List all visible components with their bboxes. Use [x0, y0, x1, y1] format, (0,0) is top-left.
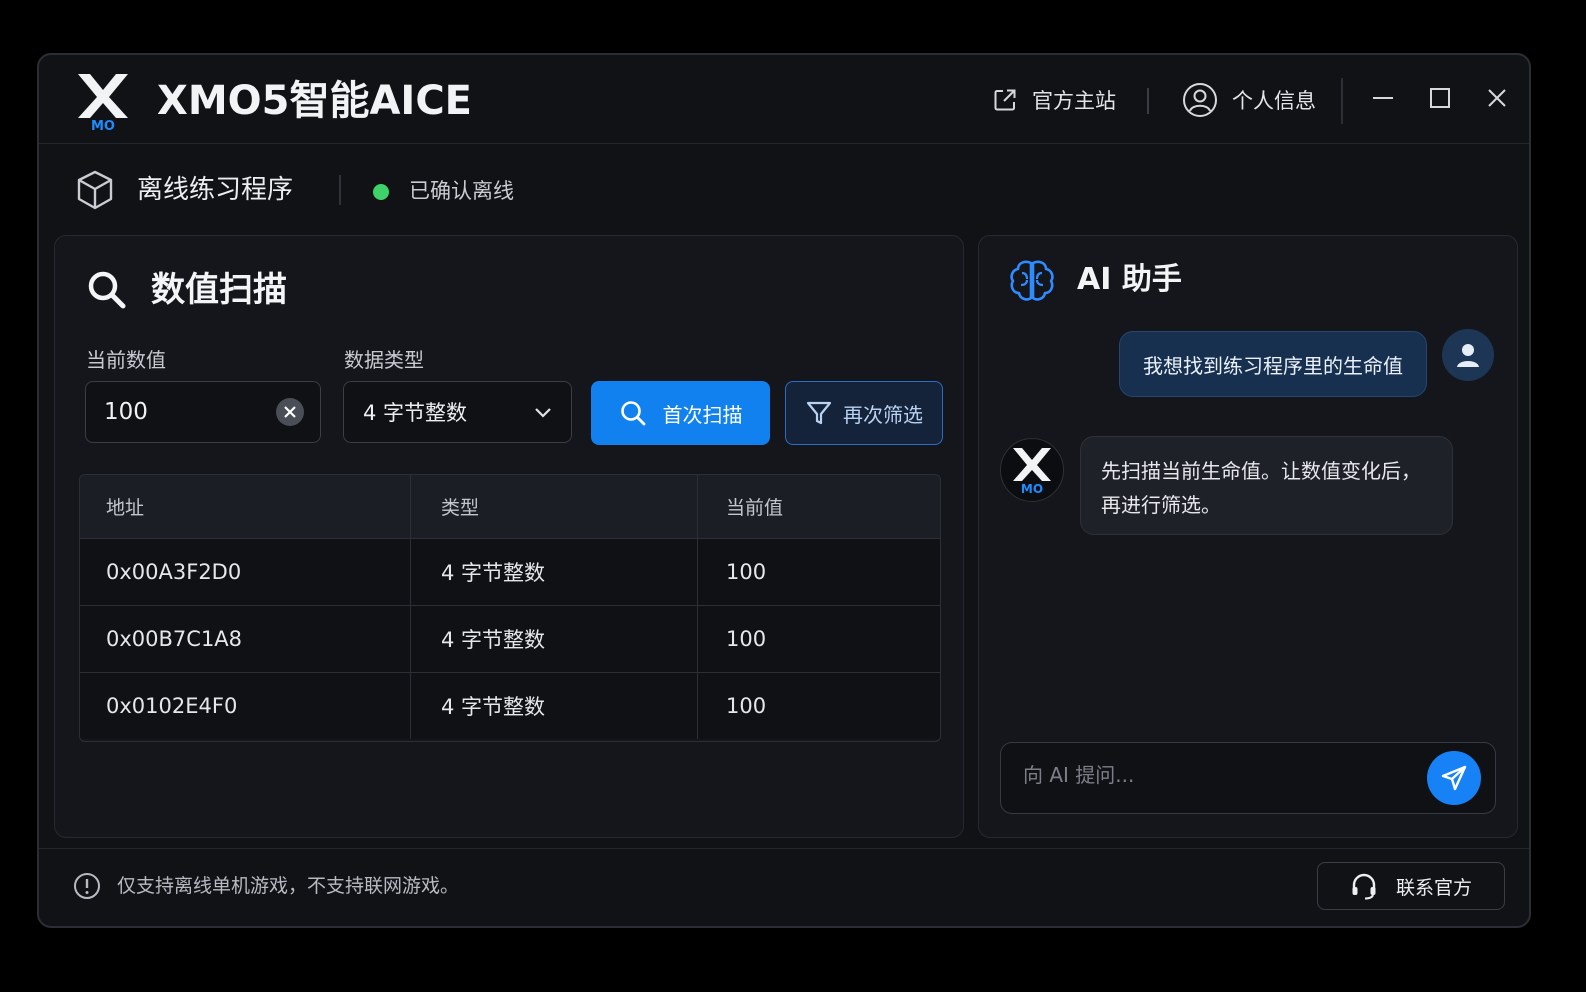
scan-title: 数值扫描 [151, 270, 287, 310]
cell-value: 100 [726, 627, 767, 651]
footer-notice: 仅支持离线单机游戏，不支持联网游戏。 [117, 875, 460, 897]
maximize-icon [1430, 88, 1450, 108]
filter-icon [806, 401, 832, 425]
contact-official-button[interactable]: 联系官方 [1317, 862, 1505, 910]
cell-type: 4 字节整数 [411, 673, 698, 739]
cell-type: 4 字节整数 [411, 539, 698, 605]
cell-address: 0x00A3F2D0 [80, 539, 411, 605]
search-icon [620, 401, 645, 426]
user-circle-icon [1183, 83, 1217, 117]
titlebar-divider [1147, 88, 1149, 114]
app-logo: MO [72, 70, 134, 134]
table-row[interactable]: 0x00A3F2D0 4 字节整数 100 [80, 538, 940, 605]
current-value-label: 当前数值 [86, 348, 166, 372]
user-icon [1457, 344, 1479, 367]
program-bar: 离线练习程序 已确认离线 [39, 145, 1529, 235]
info-icon [74, 873, 100, 899]
user-avatar [1442, 329, 1494, 381]
user-message-bubble: 我想找到练习程序里的生命值 [1119, 331, 1427, 397]
results-table: 地址 类型 当前值 0x00A3F2D0 4 字节整数 100 0x00B7C1… [79, 474, 941, 742]
bot-message-bubble: 先扫描当前生命值。让数值变化后， 再进行筛选。 [1080, 436, 1453, 535]
data-type-select[interactable]: 4 字节整数 [343, 381, 572, 443]
program-name: 离线练习程序 [137, 175, 294, 205]
data-type-selected: 4 字节整数 [363, 401, 468, 425]
bot-avatar: MO [1000, 438, 1064, 502]
table-header: 地址 类型 当前值 [80, 475, 940, 538]
headset-icon [1352, 873, 1376, 900]
first-scan-button[interactable]: 首次扫描 [591, 381, 770, 445]
chevron-down-icon [535, 408, 551, 418]
column-header-address: 地址 [80, 475, 411, 538]
program-divider [339, 175, 341, 205]
titlebar-divider [1341, 78, 1343, 124]
cell-value: 100 [726, 694, 767, 718]
table-row[interactable]: 0x00B7C1A8 4 字节整数 100 [80, 605, 940, 672]
column-header-value: 当前值 [726, 497, 784, 519]
external-link-icon [994, 89, 1016, 111]
current-value-input[interactable] [104, 399, 264, 425]
clear-value-button[interactable] [276, 398, 304, 426]
cube-icon [77, 170, 113, 210]
scan-panel: 数值扫描 当前数值 数据类型 4 字节整数 首次扫描 再次筛选 [54, 235, 964, 838]
bot-logo-icon: MO [1013, 448, 1051, 495]
data-type-label: 数据类型 [344, 348, 424, 372]
profile-label: 个人信息 [1232, 89, 1316, 113]
column-header-type: 类型 [411, 475, 698, 538]
cell-value: 100 [726, 560, 767, 584]
official-site-label: 官方主站 [1032, 89, 1116, 113]
minimize-button[interactable] [1368, 83, 1398, 113]
ai-assistant-panel: AI 助手 我想找到练习程序里的生命值 MO 先扫描当前生命值。让数值变化后， … [978, 235, 1518, 838]
logo-sub-text: MO [91, 119, 115, 132]
bot-avatar-sub-text: MO [1021, 482, 1043, 495]
send-button[interactable] [1427, 751, 1481, 805]
ai-assistant-title: AI 助手 [1077, 262, 1182, 297]
next-scan-button[interactable]: 再次筛选 [785, 381, 943, 445]
search-icon [88, 271, 126, 309]
cell-address: 0x0102E4F0 [80, 673, 411, 739]
first-scan-label: 首次扫描 [662, 402, 743, 427]
close-button[interactable] [1482, 83, 1512, 113]
profile-link[interactable]: 个人信息 [1182, 82, 1316, 118]
status-dot-icon [373, 184, 389, 200]
current-value-field[interactable] [85, 381, 321, 443]
table-row[interactable]: 0x0102E4F0 4 字节整数 100 [80, 672, 940, 739]
clear-icon [284, 406, 296, 418]
minimize-icon [1373, 97, 1393, 99]
send-icon [1441, 765, 1467, 791]
status-text: 已确认离线 [409, 179, 514, 203]
ai-question-field[interactable] [1000, 742, 1496, 814]
maximize-button[interactable] [1425, 83, 1455, 113]
cell-address: 0x00B7C1A8 [80, 606, 411, 672]
ai-question-input[interactable] [1023, 763, 1403, 787]
brain-icon [1010, 260, 1054, 301]
app-title: XMO5智能AICE [157, 78, 472, 124]
close-icon [1488, 89, 1506, 107]
title-bar: MO XMO5智能AICE 官方主站 个人信息 [39, 55, 1529, 144]
contact-official-label: 联系官方 [1395, 876, 1472, 899]
next-scan-label: 再次筛选 [843, 402, 923, 427]
footer-bar: 仅支持离线单机游戏，不支持联网游戏。 联系官方 [39, 848, 1529, 926]
app-window: MO XMO5智能AICE 官方主站 个人信息 离线练习程序 已确认离线 数值扫… [37, 53, 1531, 928]
official-site-link[interactable]: 官方主站 [992, 82, 1116, 118]
cell-type: 4 字节整数 [411, 606, 698, 672]
